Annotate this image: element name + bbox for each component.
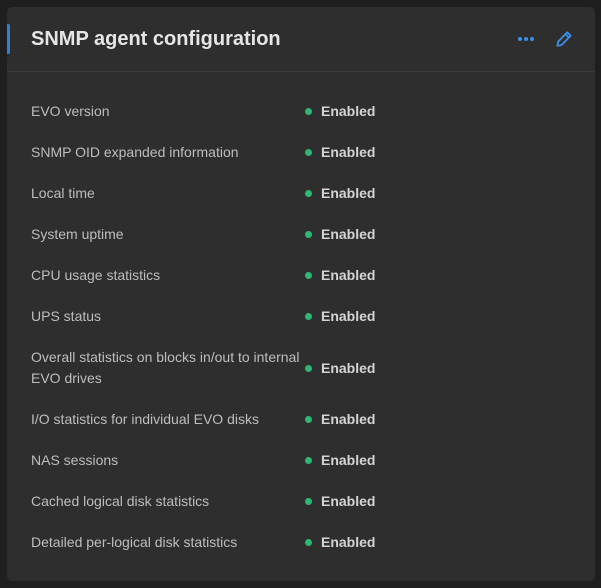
status-dot-icon <box>305 190 312 197</box>
list-item: Overall statistics on blocks in/out to i… <box>31 337 571 399</box>
list-item: Cached logical disk statistics Enabled <box>31 481 571 522</box>
status-dot-icon <box>305 498 312 505</box>
status-text: Enabled <box>321 411 376 427</box>
status-text: Enabled <box>321 493 376 509</box>
item-label: Detailed per-logical disk statistics <box>31 534 238 550</box>
settings-list: EVO version Enabled SNMP OID expanded in… <box>31 91 571 563</box>
status-dot-icon <box>305 539 312 546</box>
status-indicator: Enabled <box>305 358 375 379</box>
status-indicator: Enabled <box>305 491 375 512</box>
item-label: Overall statistics on blocks in/out to i… <box>31 349 300 386</box>
status-indicator: Enabled <box>305 532 375 553</box>
snmp-config-card: SNMP agent configuration EVO version Ena… <box>7 7 595 581</box>
status-text: Enabled <box>321 267 376 283</box>
list-item: SNMP OID expanded information Enabled <box>31 132 571 173</box>
status-text: Enabled <box>321 144 376 160</box>
more-horizontal-icon <box>518 37 534 41</box>
status-dot-icon <box>305 108 312 115</box>
card-header: SNMP agent configuration <box>7 7 595 72</box>
status-text: Enabled <box>321 359 376 376</box>
status-text: Enabled <box>321 103 376 119</box>
header-actions <box>515 26 575 52</box>
status-dot-icon <box>305 231 312 238</box>
pencil-icon <box>556 31 572 47</box>
card-title: SNMP agent configuration <box>31 28 281 50</box>
accent-bar <box>7 24 10 54</box>
list-item: Detailed per-logical disk statistics Ena… <box>31 522 571 563</box>
status-dot-icon <box>305 416 312 423</box>
status-indicator: Enabled <box>305 409 375 430</box>
edit-button[interactable] <box>553 26 575 52</box>
status-indicator: Enabled <box>305 142 375 163</box>
item-label: Local time <box>31 185 95 201</box>
item-label: Cached logical disk statistics <box>31 493 210 509</box>
item-label: SNMP OID expanded information <box>31 144 239 160</box>
status-dot-icon <box>305 364 312 372</box>
status-indicator: Enabled <box>305 224 375 245</box>
status-text: Enabled <box>321 308 376 324</box>
item-label: EVO version <box>31 103 110 119</box>
status-dot-icon <box>305 149 312 156</box>
item-label: UPS status <box>31 308 102 324</box>
status-indicator: Enabled <box>305 306 375 327</box>
status-text: Enabled <box>321 226 376 242</box>
status-indicator: Enabled <box>305 450 375 471</box>
status-dot-icon <box>305 313 312 320</box>
list-item: UPS status Enabled <box>31 296 571 337</box>
item-label: System uptime <box>31 226 124 242</box>
status-dot-icon <box>305 457 312 464</box>
item-label: I/O statistics for individual EVO disks <box>31 411 259 427</box>
item-label: CPU usage statistics <box>31 267 161 283</box>
status-text: Enabled <box>321 185 376 201</box>
list-item: NAS sessions Enabled <box>31 440 571 481</box>
status-indicator: Enabled <box>305 183 375 204</box>
status-text: Enabled <box>321 534 376 550</box>
status-text: Enabled <box>321 452 376 468</box>
list-item: EVO version Enabled <box>31 91 571 132</box>
status-indicator: Enabled <box>305 265 375 286</box>
status-indicator: Enabled <box>305 101 375 122</box>
list-item: System uptime Enabled <box>31 214 571 255</box>
list-item: I/O statistics for individual EVO disks … <box>31 399 571 440</box>
status-dot-icon <box>305 272 312 279</box>
more-options-button[interactable] <box>515 26 537 52</box>
list-item: CPU usage statistics Enabled <box>31 255 571 296</box>
item-label: NAS sessions <box>31 452 119 468</box>
list-item: Local time Enabled <box>31 173 571 214</box>
